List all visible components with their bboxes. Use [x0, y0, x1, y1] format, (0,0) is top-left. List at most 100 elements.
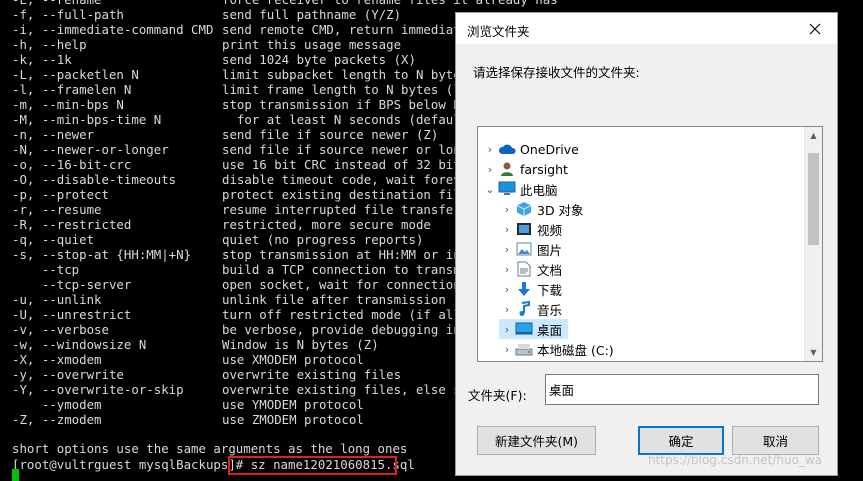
scrollbar-thumb[interactable]	[808, 153, 819, 245]
option-flag: -L, --packetlen N	[12, 67, 139, 82]
option-flag: -O, --disable-timeouts	[12, 172, 177, 187]
tree-item-label: 此电脑	[520, 182, 558, 198]
option-flag: -q, --quiet	[12, 232, 95, 247]
option-flag: -p, --protect	[12, 187, 109, 202]
option-description: open socket, wait for connection	[222, 277, 461, 292]
option-description: force receiver to rename files it alread…	[222, 0, 558, 7]
tree-item-图片[interactable]: › 图片	[499, 239, 562, 259]
option-description: send remote CMD, return immediately	[222, 22, 484, 37]
option-description: stop transmission at HH:MM or in N	[222, 247, 476, 262]
cube-icon	[515, 200, 533, 218]
tree-item-label: farsight	[520, 161, 568, 177]
option-description: quiet (no progress reports)	[222, 232, 424, 247]
option-flag: -m, --min-bps N	[12, 97, 124, 112]
folder-field-label: 文件夹(F):	[468, 388, 527, 403]
option-flag: -N, --newer-or-longer	[12, 142, 169, 157]
option-description: send full pathname (Y/Z)	[222, 7, 402, 22]
tree-item-文档[interactable]: › 文档	[499, 259, 562, 279]
folder-field[interactable]: 桌面	[545, 374, 819, 405]
option-flag: -Y, --overwrite-or-skip	[12, 382, 184, 397]
option-description: restricted, more secure mode	[222, 217, 431, 232]
option-flag: --tcp-server	[12, 277, 132, 292]
tree-item-label: 视频	[537, 222, 563, 238]
option-flag: -w, --windowsize N	[12, 337, 147, 352]
drive-icon	[515, 360, 533, 361]
option-flag: -f, --full-path	[12, 7, 124, 22]
tree-item-下载[interactable]: › 下载	[499, 279, 562, 299]
option-flag: -X, --xmodem	[12, 352, 102, 367]
option-flag: --ymodem	[12, 397, 102, 412]
option-description: overwrite existing files	[222, 367, 402, 382]
option-description: stop transmission if BPS below N	[222, 97, 461, 112]
folder-tree[interactable]: › OneDrive › farsight ⌄ 此电脑 › 3D 对象 › 视频 › 图片 › 文档 › 下载…	[477, 126, 823, 362]
chevron-right-icon[interactable]: ›	[482, 159, 498, 179]
close-button[interactable]	[793, 13, 837, 44]
tree-item-label: 音乐	[537, 302, 563, 318]
chevron-right-icon[interactable]: ›	[499, 339, 515, 359]
option-description: protect existing destination file	[222, 187, 469, 202]
option-flag: -k, --1k	[12, 52, 72, 67]
new-folder-button[interactable]: 新建文件夹(M)	[477, 426, 596, 455]
tree-item-此电脑[interactable]: ⌄ 此电脑	[482, 179, 558, 199]
option-description: use 16 bit CRC instead of 32 bit CRC	[222, 157, 491, 172]
cancel-button[interactable]: 取消	[732, 426, 819, 455]
tree-item-label: OneDrive	[520, 141, 579, 157]
tree-item-音乐[interactable]: › 音乐	[499, 299, 562, 319]
tree-item-label: 文档	[537, 262, 563, 278]
cloud-icon	[498, 140, 516, 158]
tree-item-视频[interactable]: › 视频	[499, 219, 562, 239]
option-flag: -R, --restricted	[12, 217, 132, 232]
tree-item-label: 下载	[537, 282, 563, 298]
option-description: use YMODEM protocol	[222, 397, 364, 412]
option-description: print this usage message	[222, 37, 402, 52]
chevron-right-icon[interactable]: ›	[499, 239, 515, 259]
option-description: Window is N bytes (Z)	[222, 337, 379, 352]
tree-item-farsight[interactable]: › farsight	[482, 159, 568, 179]
download-icon	[515, 280, 533, 298]
chevron-down-icon[interactable]: ⌄	[482, 179, 498, 199]
desktop-icon	[515, 320, 533, 338]
watermark-text: https://blog.csdn.net/huo_wa	[648, 453, 823, 467]
option-description: for at least N seconds (default	[222, 112, 469, 127]
tree-item-label: 本地磁盘 (D:)	[537, 360, 615, 362]
option-flag: -U, --unrestrict	[12, 307, 132, 322]
tree-item-onedrive[interactable]: › OneDrive	[482, 139, 579, 159]
tree-item-label: 本地磁盘 (C:)	[537, 342, 614, 358]
user-icon	[498, 160, 516, 178]
command-highlight-box	[228, 456, 397, 475]
chevron-right-icon[interactable]: ›	[499, 259, 515, 279]
option-flag: -n, --newer	[12, 127, 95, 142]
tree-item-本地磁盘-c[interactable]: › 本地磁盘 (C:)	[499, 339, 614, 359]
option-flag: -s, --stop-at {HH:MM|+N}	[12, 247, 192, 262]
tree-item-3d-对象[interactable]: › 3D 对象	[499, 199, 584, 219]
tree-item-label: 桌面	[537, 322, 563, 338]
tree-item-桌面[interactable]: › 桌面	[499, 319, 569, 339]
tree-scrollbar[interactable]: ▲ ▼	[804, 127, 822, 361]
option-description: use ZMODEM protocol	[222, 412, 364, 427]
scroll-down-arrow-icon[interactable]: ▼	[805, 344, 822, 361]
option-description: limit frame length to N bytes (l>=L)	[222, 82, 491, 97]
option-flag: -r, --resume	[12, 202, 102, 217]
ok-button[interactable]: 确定	[638, 426, 724, 455]
scroll-up-arrow-icon[interactable]: ▲	[805, 127, 822, 144]
close-icon	[809, 23, 821, 34]
chevron-right-icon[interactable]: ›	[482, 139, 498, 159]
option-description: disable timeout code, wait forever	[222, 172, 476, 187]
chevron-right-icon[interactable]: ›	[499, 199, 515, 219]
option-description: send file if source newer (Z)	[222, 127, 439, 142]
shell-prompt: [root@vultrguest mysqlBackups]#	[12, 457, 251, 472]
terminal-summary-line: short options use the same arguments as …	[12, 441, 408, 456]
tree-item-label: 3D 对象	[537, 202, 584, 218]
option-flag: -u, --unlink	[12, 292, 102, 307]
option-description: limit subpacket length to N bytes	[222, 67, 469, 82]
chevron-right-icon[interactable]: ›	[499, 299, 515, 319]
option-description: use XMODEM protocol	[222, 352, 364, 367]
chevron-right-icon[interactable]: ›	[499, 219, 515, 239]
chevron-right-icon[interactable]: ›	[499, 279, 515, 299]
chevron-right-icon[interactable]: ›	[499, 359, 515, 361]
chevron-right-icon[interactable]: ›	[499, 319, 515, 339]
tree-item-本地磁盘-d[interactable]: › 本地磁盘 (D:)	[499, 359, 615, 362]
option-description: resume interrupted file transfer	[222, 202, 461, 217]
music-icon	[515, 300, 533, 318]
option-description: send 1024 byte packets (X)	[222, 52, 416, 67]
